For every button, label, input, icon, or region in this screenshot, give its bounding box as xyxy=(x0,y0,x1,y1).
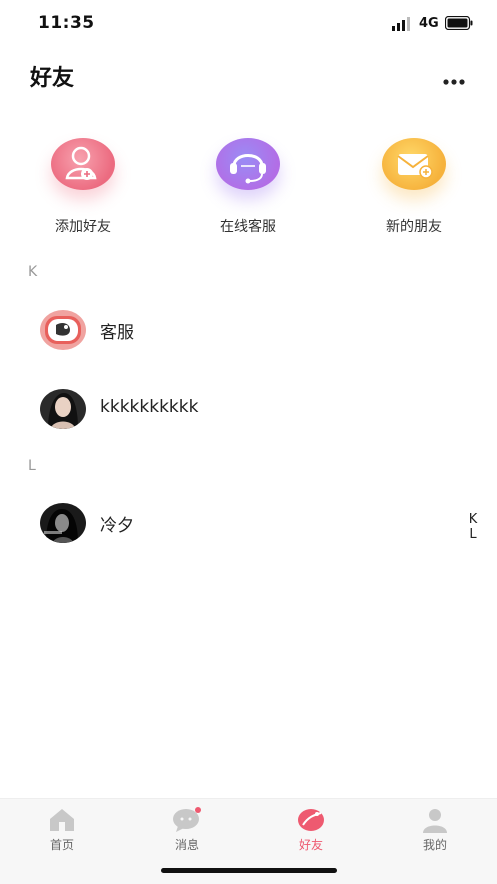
index-letter-l[interactable]: L xyxy=(465,527,481,542)
message-icon xyxy=(172,807,202,833)
section-header-l: L xyxy=(28,458,36,474)
tab-messages[interactable]: 消息 xyxy=(147,807,227,853)
new-friends-label: 新的朋友 xyxy=(386,219,442,235)
avatar xyxy=(40,389,86,429)
tab-label: 首页 xyxy=(49,838,74,852)
home-icon xyxy=(47,807,77,833)
unread-badge xyxy=(195,807,201,813)
page-title: 好友 xyxy=(30,66,75,91)
contact-item[interactable]: 客服 xyxy=(0,300,450,360)
contact-name: 客服 xyxy=(100,323,134,343)
new-friends-button[interactable]: 新的朋友 xyxy=(359,134,469,235)
battery-icon xyxy=(445,16,473,30)
tab-label: 好友 xyxy=(298,838,323,852)
avatar xyxy=(40,503,86,543)
contact-name: kkkkkkkkkk xyxy=(100,397,199,417)
more-options-icon[interactable] xyxy=(440,74,468,90)
avatar xyxy=(40,310,86,350)
add-friend-icon xyxy=(51,138,115,190)
contact-item[interactable]: 冷夕 xyxy=(0,493,450,553)
network-type: 4G xyxy=(419,16,439,31)
envelope-icon xyxy=(382,138,446,190)
add-friend-button[interactable]: 添加好友 xyxy=(28,134,138,235)
headset-icon xyxy=(216,138,280,190)
online-service-button[interactable]: 在线客服 xyxy=(193,134,303,235)
online-service-label: 在线客服 xyxy=(220,219,276,235)
alphabet-index: K L xyxy=(465,512,481,542)
status-bar: 11:35 4G xyxy=(0,0,497,48)
profile-icon xyxy=(420,807,450,833)
contact-name: 冷夕 xyxy=(100,516,134,536)
section-header-k: K xyxy=(28,264,38,280)
tab-mine[interactable]: 我的 xyxy=(395,807,475,853)
tab-home[interactable]: 首页 xyxy=(22,807,102,853)
tab-label: 消息 xyxy=(174,838,199,852)
contact-item[interactable]: kkkkkkkkkk xyxy=(0,379,450,439)
home-indicator xyxy=(161,868,337,873)
friends-icon xyxy=(296,807,326,833)
signal-icon xyxy=(392,17,410,31)
status-time: 11:35 xyxy=(38,13,95,33)
tab-label: 我的 xyxy=(422,838,447,852)
add-friend-label: 添加好友 xyxy=(55,219,111,235)
tab-friends[interactable]: 好友 xyxy=(271,807,351,853)
index-letter-k[interactable]: K xyxy=(465,512,481,527)
